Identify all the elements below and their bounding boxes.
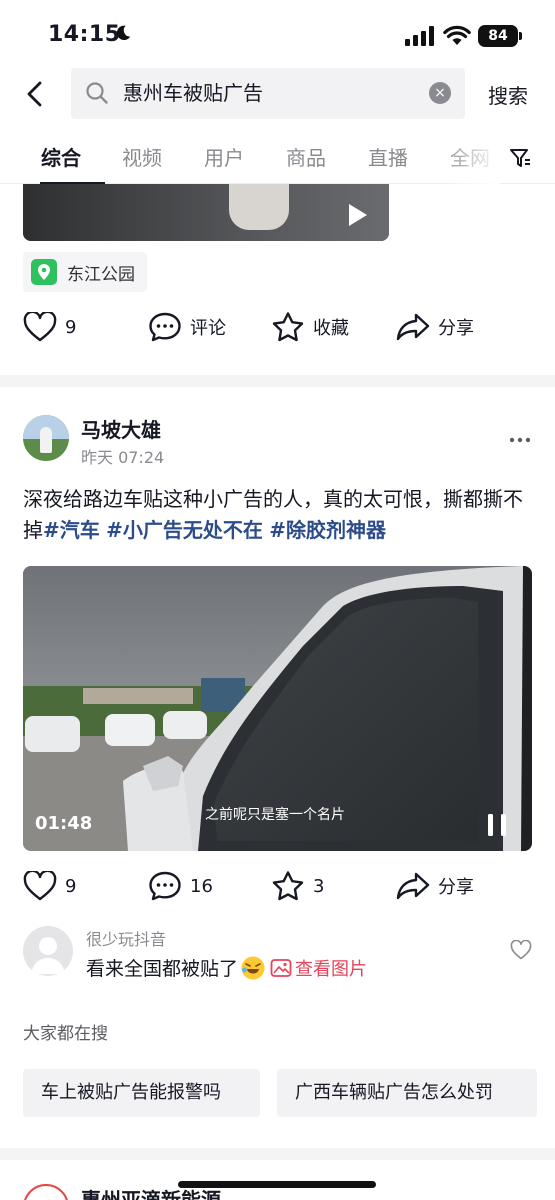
share-button[interactable]: 分享 bbox=[396, 307, 474, 347]
wifi-icon bbox=[443, 25, 471, 45]
location-name: 东江公园 bbox=[67, 264, 135, 285]
next-author-avatar[interactable] bbox=[23, 1184, 69, 1200]
hashtag-car[interactable]: #汽车 bbox=[43, 518, 100, 542]
tab-videos[interactable]: 视频 bbox=[122, 142, 162, 171]
search-input[interactable]: 惠州车被贴广告 bbox=[123, 68, 413, 119]
commenter-name[interactable]: 很少玩抖音 bbox=[86, 926, 166, 950]
status-bar: 14:15 84 bbox=[0, 0, 555, 64]
like-count: 9 bbox=[65, 316, 77, 338]
share-label: 分享 bbox=[438, 318, 474, 339]
do-not-disturb-moon-icon bbox=[116, 25, 131, 41]
filter-icon[interactable] bbox=[508, 146, 532, 170]
status-time: 14:15 bbox=[48, 22, 121, 47]
heart-icon bbox=[23, 871, 57, 901]
laughing-emoji-icon bbox=[241, 956, 265, 979]
star-icon bbox=[272, 312, 304, 342]
comment-button[interactable]: 16 bbox=[148, 866, 213, 906]
section-divider bbox=[0, 375, 555, 387]
share-label: 分享 bbox=[438, 877, 474, 898]
favorite-count: 3 bbox=[313, 875, 325, 897]
result-tabs: 综合 视频 用户 商品 直播 全网 bbox=[0, 132, 555, 185]
post-actions: 9 16 3 分享 bbox=[0, 866, 555, 906]
comment-icon bbox=[149, 871, 181, 901]
section-divider bbox=[0, 1148, 555, 1160]
favorite-button[interactable]: 3 bbox=[271, 866, 324, 906]
back-arrow-icon[interactable] bbox=[22, 80, 50, 108]
home-indicator bbox=[178, 1181, 376, 1188]
like-button[interactable]: 9 bbox=[23, 866, 76, 906]
play-icon[interactable] bbox=[347, 202, 369, 228]
favorite-label: 收藏 bbox=[313, 318, 349, 339]
tab-products[interactable]: 商品 bbox=[286, 142, 326, 171]
star-icon bbox=[272, 871, 304, 901]
like-button[interactable]: 9 bbox=[23, 307, 76, 347]
tab-fade bbox=[440, 132, 500, 184]
share-arrow-icon bbox=[396, 872, 430, 900]
tab-users[interactable]: 用户 bbox=[204, 142, 244, 171]
view-image-link[interactable]: 查看图片 bbox=[270, 955, 367, 981]
video-duration: 01:48 bbox=[35, 813, 93, 834]
video-subtitle: 之前呢只是塞一个名片 bbox=[205, 807, 345, 823]
previous-post-actions: 9 评论 收藏 分享 bbox=[0, 307, 555, 347]
battery-tip bbox=[519, 32, 522, 40]
comment-content: 看来全国都被贴了 查看图片 bbox=[86, 954, 367, 981]
search-icon bbox=[86, 82, 108, 104]
hashtag-adhesive-remover[interactable]: #除胶剂神器 bbox=[269, 518, 386, 542]
heart-icon bbox=[23, 312, 57, 342]
share-arrow-icon bbox=[396, 313, 430, 341]
search-header: 惠州车被贴广告 × 搜索 bbox=[0, 68, 555, 120]
author-name[interactable]: 马坡大雄 bbox=[81, 414, 161, 443]
search-box[interactable]: 惠州车被贴广告 × bbox=[71, 68, 465, 119]
comment-count: 16 bbox=[190, 875, 213, 897]
like-count: 9 bbox=[65, 875, 77, 897]
location-chip[interactable]: 东江公园 bbox=[23, 252, 147, 292]
author-avatar[interactable] bbox=[23, 415, 69, 461]
view-image-label: 查看图片 bbox=[295, 958, 368, 980]
comment-text: 看来全国都被贴了 bbox=[86, 958, 239, 980]
hashtag-small-ads[interactable]: #小广告无处不在 bbox=[106, 518, 263, 542]
pause-icon[interactable] bbox=[486, 812, 508, 838]
location-pin-icon bbox=[31, 259, 57, 285]
comment-label: 评论 bbox=[190, 318, 226, 339]
comment-like-heart-icon[interactable] bbox=[510, 940, 532, 960]
favorite-button[interactable]: 收藏 bbox=[271, 307, 349, 347]
commenter-avatar[interactable] bbox=[23, 926, 73, 976]
clear-search-button[interactable]: × bbox=[429, 82, 451, 104]
battery-level: 84 bbox=[478, 25, 518, 47]
more-options-icon[interactable] bbox=[508, 428, 532, 452]
comment-icon bbox=[149, 312, 181, 342]
tab-comprehensive[interactable]: 综合 bbox=[41, 142, 81, 171]
cellular-signal-icon bbox=[405, 26, 434, 46]
share-button[interactable]: 分享 bbox=[396, 866, 474, 906]
related-search-chip[interactable]: 车上被贴广告能报警吗 bbox=[23, 1069, 260, 1117]
previous-video-thumbnail[interactable] bbox=[23, 184, 389, 241]
everyone-searching-title: 大家都在搜 bbox=[23, 1024, 108, 1044]
tab-live[interactable]: 直播 bbox=[368, 142, 408, 171]
post-caption[interactable]: 深夜给路边车贴这种小广告的人，真的太可恨，撕都撕不掉#汽车 #小广告无处不在 #… bbox=[23, 484, 535, 546]
search-button[interactable]: 搜索 bbox=[488, 80, 528, 109]
related-search-chip[interactable]: 广西车辆贴广告怎么处罚 bbox=[277, 1069, 537, 1117]
post-time: 昨天 07:24 bbox=[81, 448, 165, 467]
comment-button[interactable]: 评论 bbox=[148, 307, 226, 347]
video-figure bbox=[229, 184, 289, 230]
image-icon bbox=[270, 958, 292, 977]
